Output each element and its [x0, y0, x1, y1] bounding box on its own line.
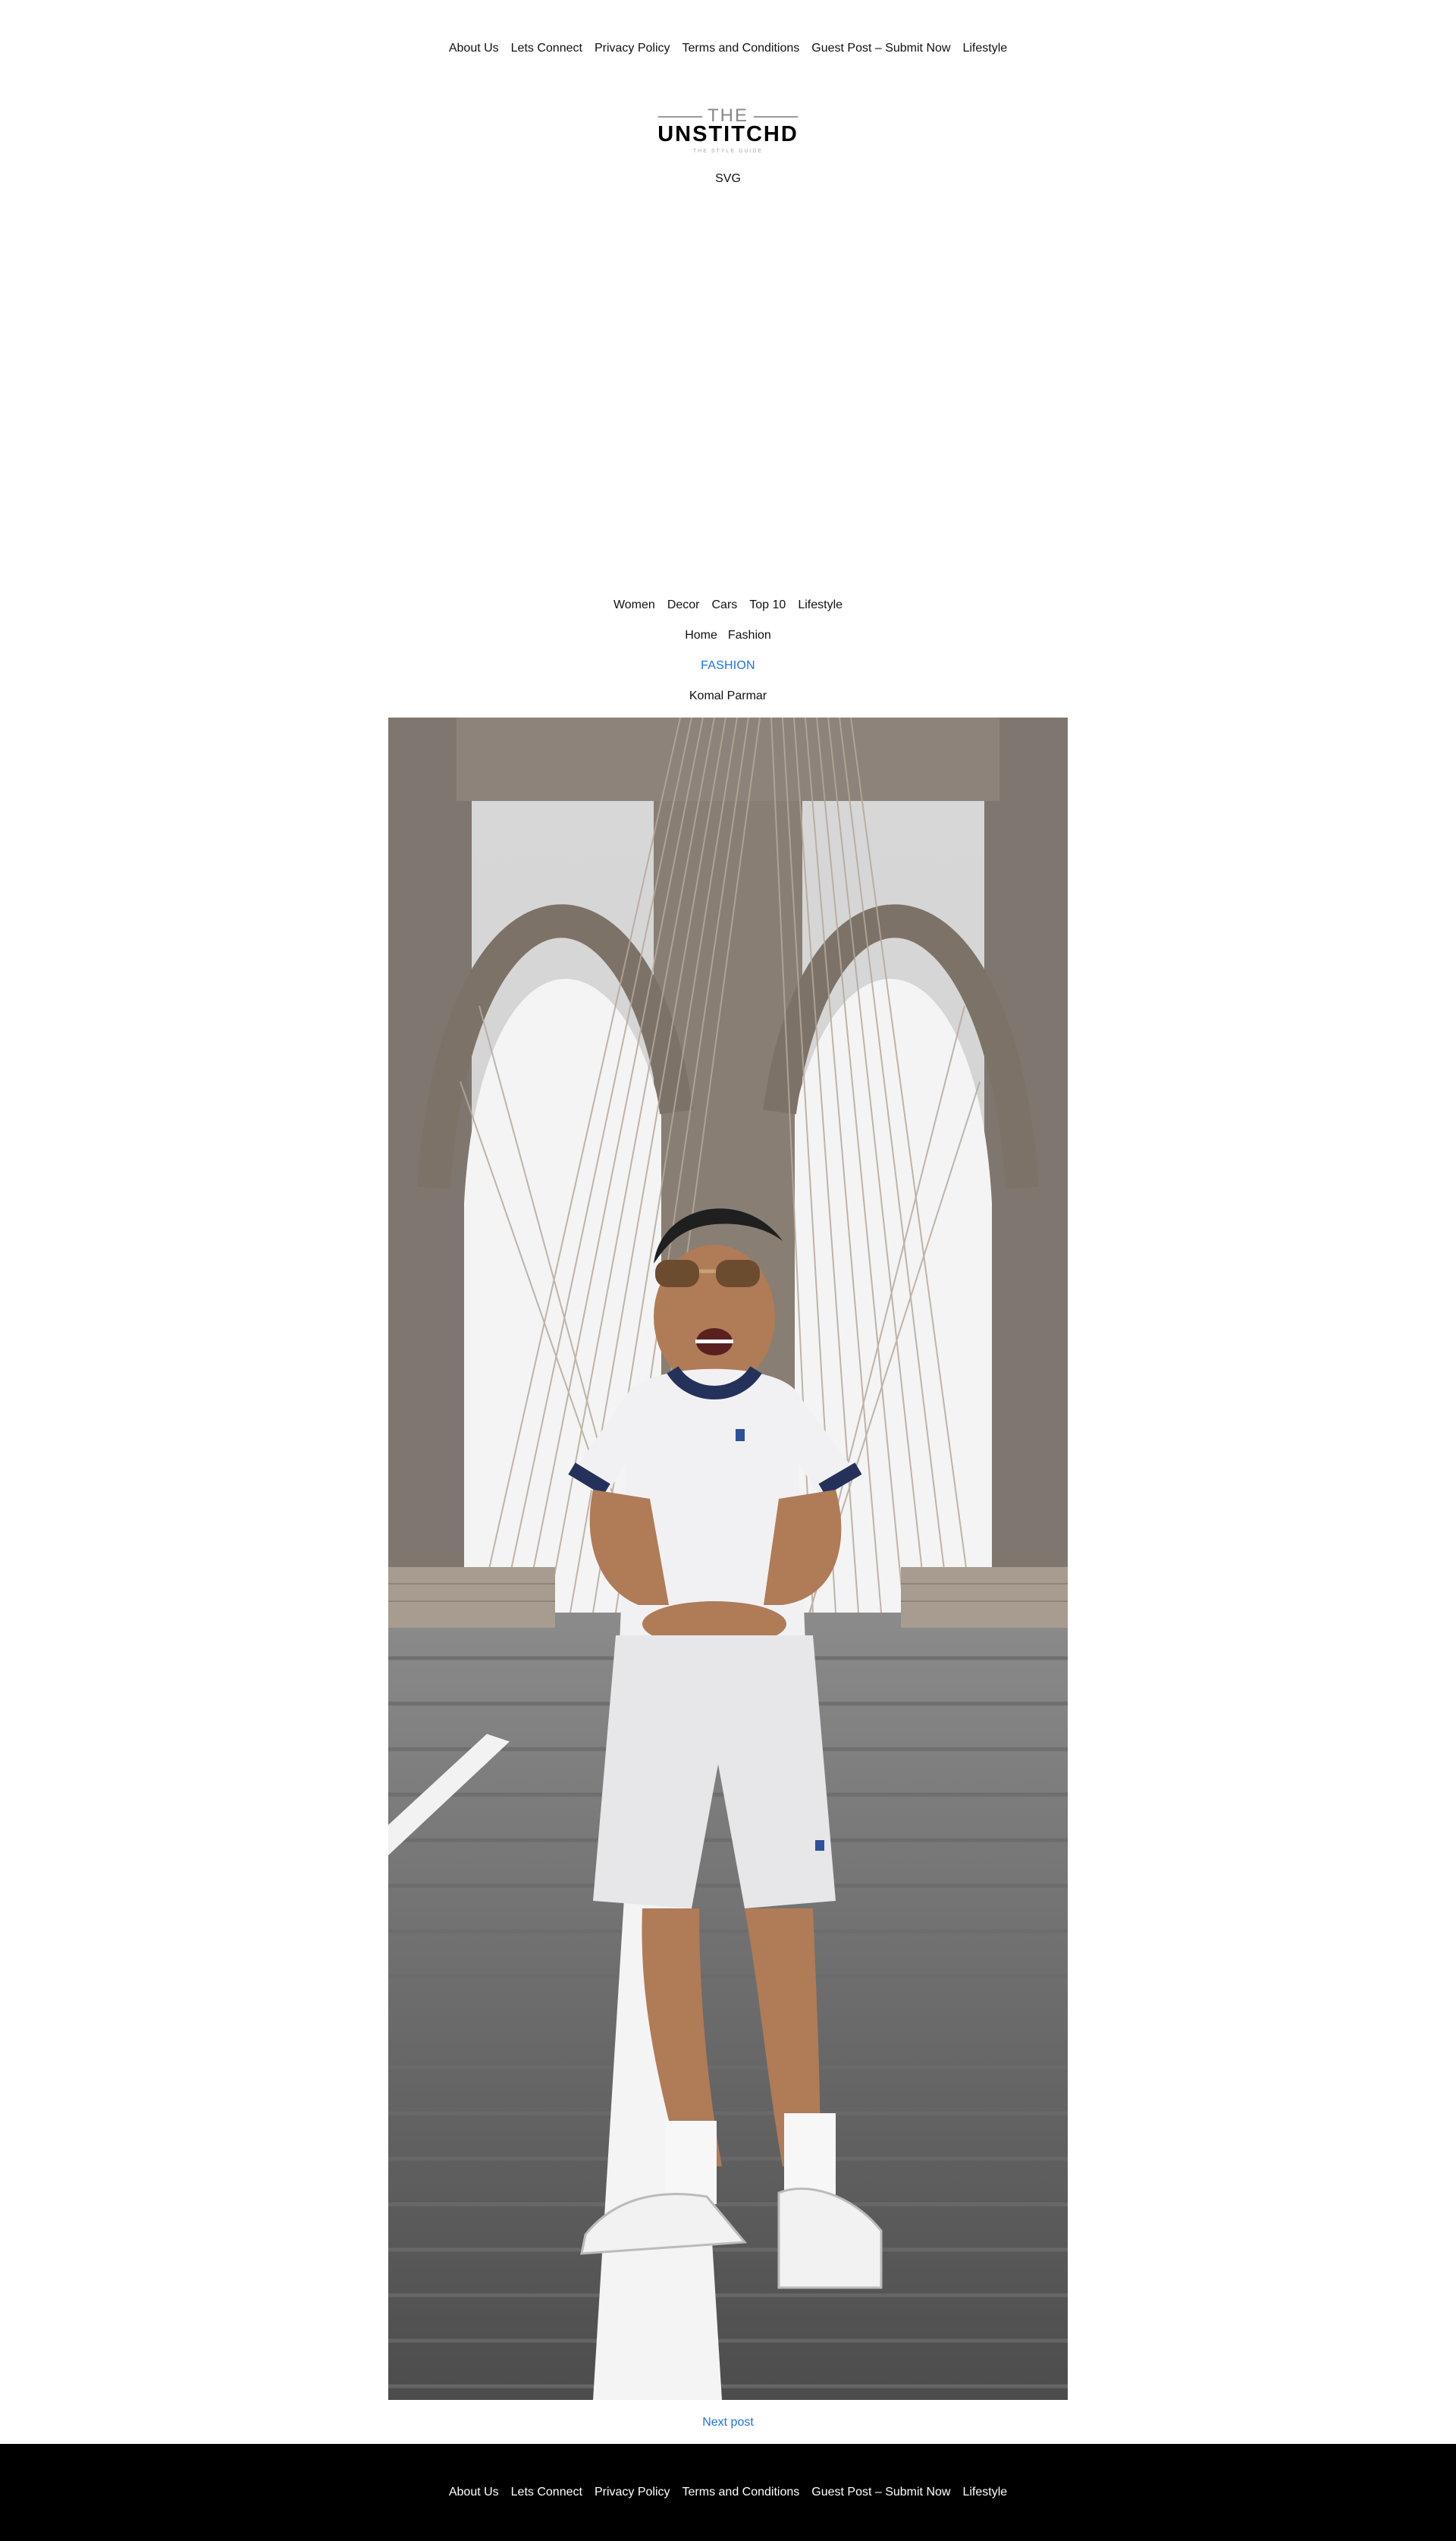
top-nav-terms-link[interactable]: Terms and Conditions — [682, 39, 800, 58]
site-logo[interactable]: THE UNSTITCHD THE STYLE GUIDE — [658, 105, 798, 159]
category-cars-link[interactable]: Cars — [712, 596, 738, 614]
top-nav-lifestyle-link[interactable]: Lifestyle — [962, 39, 1007, 58]
footer-guest-post-link[interactable]: Guest Post – Submit Now — [811, 2483, 950, 2502]
logo-main-text: UNSTITCHD — [658, 122, 798, 146]
footer-privacy-policy-link[interactable]: Privacy Policy — [595, 2483, 670, 2502]
breadcrumb: Home Fashion — [0, 627, 1456, 645]
category-navigation: Women Decor Cars Top 10 Lifestyle — [0, 596, 1456, 614]
hero-image — [388, 718, 1068, 2400]
footer-lets-connect-link[interactable]: Lets Connect — [511, 2483, 582, 2502]
footer-terms-link[interactable]: Terms and Conditions — [682, 2483, 800, 2502]
top-navigation: About Us Lets Connect Privacy Policy Ter… — [0, 39, 1456, 58]
category-women-link[interactable]: Women — [613, 596, 655, 614]
top-nav-lets-connect-link[interactable]: Lets Connect — [511, 39, 582, 58]
category-decor-link[interactable]: Decor — [667, 596, 700, 614]
breadcrumb-fashion-link[interactable]: Fashion — [728, 627, 771, 645]
footer-lifestyle-link[interactable]: Lifestyle — [962, 2483, 1007, 2502]
top-nav-privacy-policy-link[interactable]: Privacy Policy — [595, 39, 670, 58]
logo-sub-text: THE STYLE GUIDE — [693, 149, 763, 154]
breadcrumb-home-link[interactable]: Home — [685, 627, 717, 645]
post-category-link[interactable]: FASHION — [0, 657, 1456, 675]
footer-about-us-link[interactable]: About Us — [449, 2483, 499, 2502]
site-footer: About Us Lets Connect Privacy Policy Ter… — [0, 2444, 1456, 2541]
footer-navigation: About Us Lets Connect Privacy Policy Ter… — [0, 2483, 1456, 2502]
post-author: Komal Parmar — [689, 689, 767, 702]
top-nav-guest-post-link[interactable]: Guest Post – Submit Now — [811, 39, 950, 58]
next-post-link[interactable]: Next post — [0, 2414, 1456, 2432]
category-top-10-link[interactable]: Top 10 — [749, 596, 786, 614]
category-lifestyle-link[interactable]: Lifestyle — [798, 596, 843, 614]
hero-illustration — [388, 718, 1068, 2400]
svg-label: SVG — [715, 172, 741, 185]
top-nav-about-us-link[interactable]: About Us — [449, 39, 499, 58]
site-logo-mark: THE UNSTITCHD THE STYLE GUIDE — [658, 105, 798, 154]
